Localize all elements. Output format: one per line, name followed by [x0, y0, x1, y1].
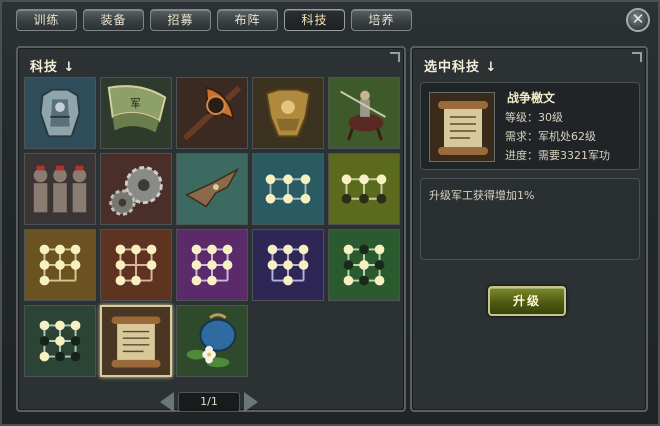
svg-text:军: 军 [130, 97, 141, 110]
tech-slot-golden-armor[interactable] [252, 77, 324, 149]
tab-technology[interactable]: 科技 [284, 9, 345, 31]
tech-slot-formation-olive[interactable] [328, 153, 400, 225]
tech-info-box: 战争檄文 等级：30级 需求：军机处62级 进度：需要3321军功 [420, 82, 640, 170]
upgrade-button[interactable]: 升级 [488, 286, 566, 316]
tech-progress: 进度：需要3321军功 [505, 149, 610, 162]
selected-tech-panel: 选中科技 ↓ 战争檄文 等级：30级 需求：军机处62级 进度：需要3321军功… [410, 46, 648, 412]
page-indicator: 1/1 [178, 392, 240, 412]
tech-slot-cavalry[interactable] [328, 77, 400, 149]
panel-corner-decoration [632, 52, 642, 62]
formation-grid-icon [329, 154, 399, 224]
tech-slot-formation-indigo[interactable] [252, 229, 324, 301]
close-icon[interactable]: ✕ [626, 8, 650, 32]
tech-description: 升级军工获得增加1% [420, 178, 640, 260]
tech-slot-soldiers[interactable] [24, 153, 96, 225]
pager: 1/1 [160, 392, 258, 412]
tab-bar: 训练 装备 招募 布阵 科技 培养 [16, 9, 412, 33]
gears-icon [101, 154, 171, 224]
herb-bag-icon [177, 306, 247, 376]
panel-corner-decoration [390, 52, 400, 62]
eagle-icon [177, 154, 247, 224]
tab-recruit[interactable]: 招募 [150, 9, 211, 31]
tech-slot-formation-teal[interactable] [252, 153, 324, 225]
tech-slot-formation-purple[interactable] [176, 229, 248, 301]
selected-tech-title: 选中科技 ↓ [424, 60, 498, 75]
formation-grid-icon [253, 230, 323, 300]
tech-level: 等级：30级 [505, 111, 563, 124]
golden-armor-icon [253, 78, 323, 148]
tab-formation[interactable]: 布阵 [217, 9, 278, 31]
formation-grid-icon [329, 230, 399, 300]
axe-icon [177, 78, 247, 148]
prev-page-icon[interactable] [160, 392, 174, 412]
tab-training[interactable]: 训练 [16, 9, 77, 31]
tech-window: 训练 装备 招募 布阵 科技 培养 ✕ 科技 ↓ 军 1/1 选中科技 ↓ 战争… [0, 0, 660, 426]
tech-slot-formation-green[interactable] [328, 229, 400, 301]
tech-slot-formation-dark-green[interactable] [24, 305, 96, 377]
formation-grid-icon [101, 230, 171, 300]
tech-slot-axe[interactable] [176, 77, 248, 149]
tab-equipment[interactable]: 装备 [83, 9, 144, 31]
formation-grid-icon [25, 306, 95, 376]
soldiers-icon [25, 154, 95, 224]
formation-grid-icon [25, 230, 95, 300]
tech-list-panel: 科技 ↓ 军 1/1 [16, 46, 406, 412]
tech-requirement: 需求：军机处62级 [505, 130, 596, 143]
cavalry-icon [329, 78, 399, 148]
tech-slot-armor[interactable] [24, 77, 96, 149]
tech-grid: 军 [24, 77, 404, 380]
tech-list-title: 科技 ↓ [30, 60, 76, 75]
tech-slot-herb-bag[interactable] [176, 305, 248, 377]
tech-name: 战争檄文 [507, 91, 556, 105]
armor-icon [25, 78, 95, 148]
tech-slot-gears[interactable] [100, 153, 172, 225]
tech-slot-war-scroll[interactable] [100, 305, 172, 377]
formation-grid-icon [177, 230, 247, 300]
scroll-icon [102, 307, 170, 375]
scroll-icon [430, 93, 494, 161]
tech-slot-eagle[interactable] [176, 153, 248, 225]
war-banner-icon: 军 [101, 78, 171, 148]
formation-grid-icon [253, 154, 323, 224]
tech-slot-war-banner[interactable]: 军 [100, 77, 172, 149]
tab-cultivate[interactable]: 培养 [351, 9, 412, 31]
selected-tech-icon [429, 92, 495, 162]
tech-slot-formation-rust[interactable] [100, 229, 172, 301]
tech-slot-formation-brown[interactable] [24, 229, 96, 301]
next-page-icon[interactable] [244, 392, 258, 412]
